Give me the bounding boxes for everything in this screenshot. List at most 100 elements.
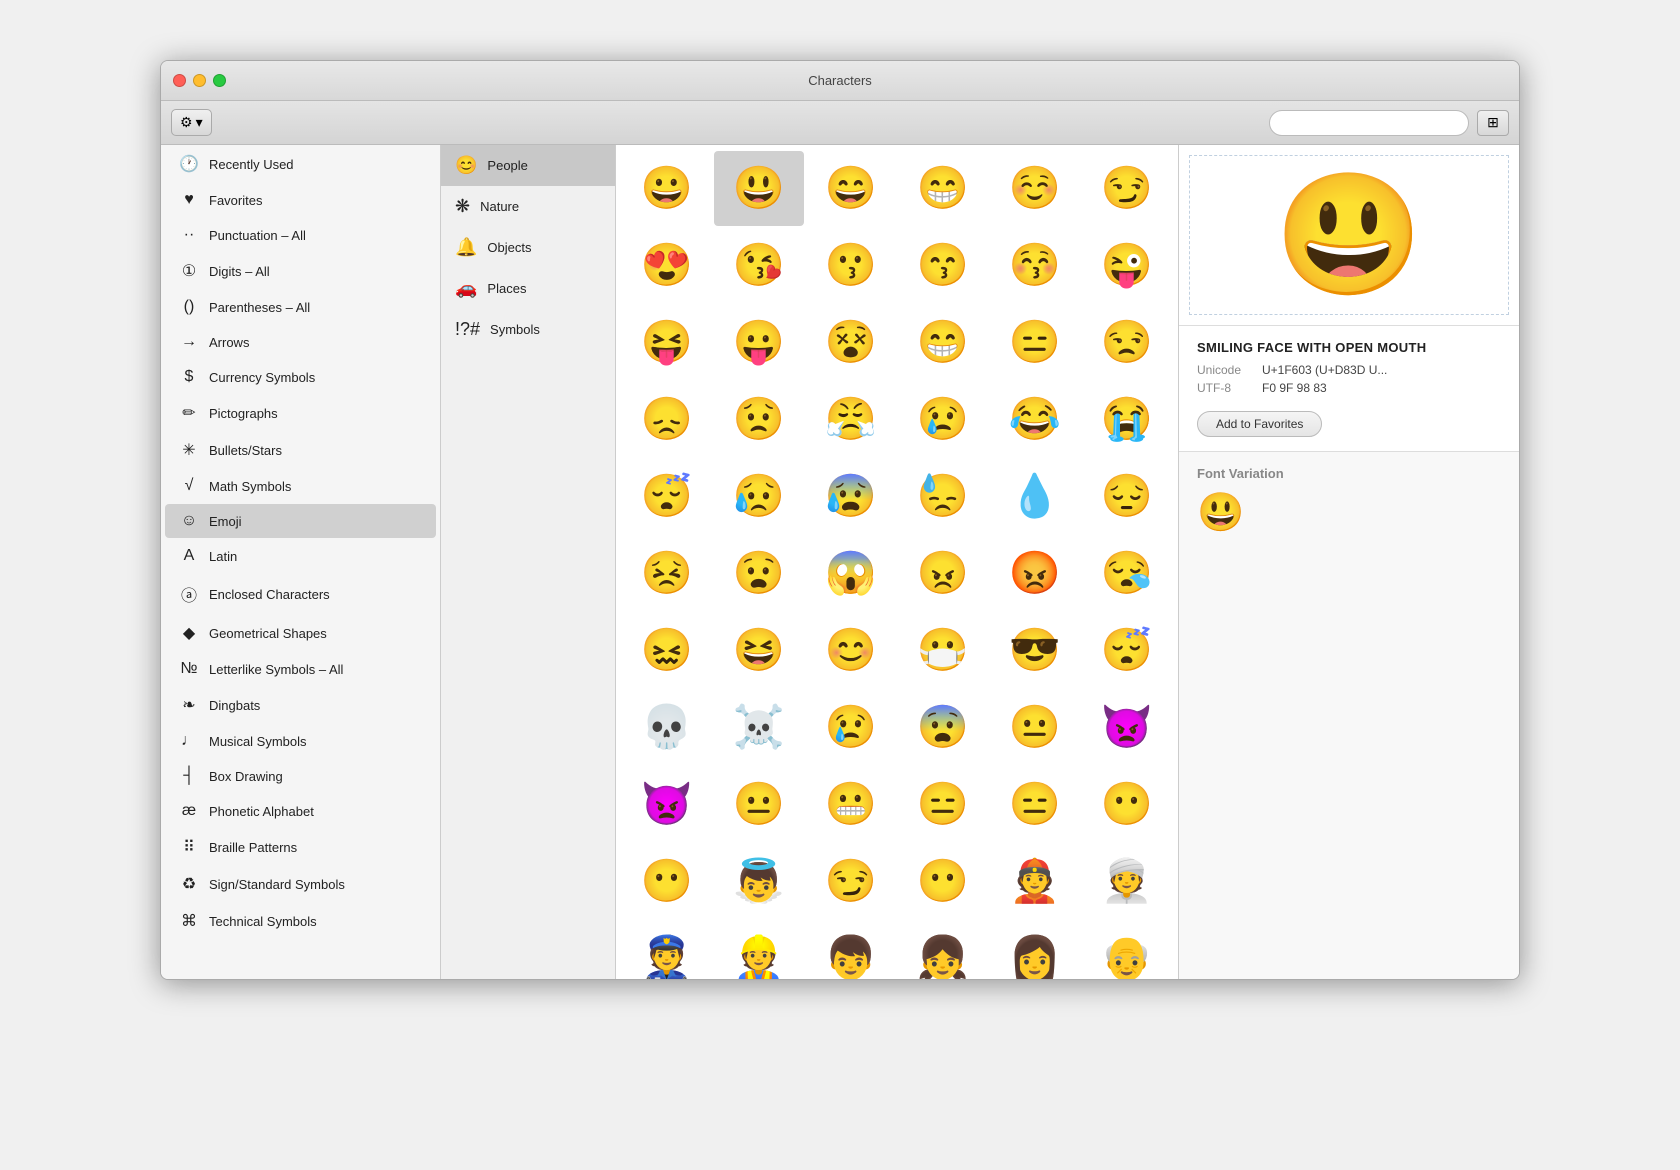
subcategory-item-people[interactable]: 😊 People bbox=[441, 145, 615, 186]
search-input[interactable] bbox=[1269, 110, 1469, 136]
emoji-cell[interactable]: 😃 bbox=[714, 151, 804, 226]
emoji-cell[interactable]: 😊 bbox=[806, 613, 896, 688]
emoji-cell[interactable]: 😗 bbox=[806, 228, 896, 303]
minimize-button[interactable] bbox=[193, 74, 206, 87]
emoji-cell[interactable]: 💀 bbox=[622, 690, 712, 765]
emoji-cell[interactable]: 👳 bbox=[1082, 844, 1172, 919]
add-to-favorites-button[interactable]: Add to Favorites bbox=[1197, 411, 1322, 437]
sidebar-item-recently-used[interactable]: 🕐 Recently Used bbox=[165, 146, 436, 182]
emoji-cell[interactable]: 😡 bbox=[990, 536, 1080, 611]
emoji-cell[interactable]: 😶 bbox=[622, 844, 712, 919]
emoji-cell[interactable]: 😘 bbox=[714, 228, 804, 303]
sidebar-item-punctuation[interactable]: ·· Punctuation – All bbox=[165, 218, 436, 252]
emoji-cell[interactable]: 😣 bbox=[622, 536, 712, 611]
sidebar-item-letterlike[interactable]: № Letterlike Symbols – All bbox=[165, 652, 436, 686]
emoji-cell[interactable]: 😐 bbox=[714, 767, 804, 842]
sidebar-item-pictographs[interactable]: ✏ Pictographs bbox=[165, 395, 436, 431]
emoji-cell[interactable]: 😴 bbox=[622, 459, 712, 534]
emoji-cell[interactable]: 👲 bbox=[990, 844, 1080, 919]
emoji-cell[interactable]: 😑 bbox=[898, 767, 988, 842]
gear-button[interactable]: ⚙ ▾ bbox=[171, 109, 212, 136]
sidebar-item-math[interactable]: √ Math Symbols bbox=[165, 469, 436, 503]
subcategory-item-nature[interactable]: ❋ Nature bbox=[441, 186, 615, 227]
sidebar-item-latin[interactable]: A Latin bbox=[165, 539, 436, 573]
sidebar-item-favorites[interactable]: ♥ Favorites bbox=[165, 183, 436, 217]
sidebar-item-arrows[interactable]: → Arrows bbox=[165, 325, 436, 359]
emoji-cell[interactable]: 😶 bbox=[898, 844, 988, 919]
sidebar-item-box-drawing[interactable]: ┤ Box Drawing bbox=[165, 759, 436, 793]
emoji-cell[interactable]: 👷 bbox=[714, 921, 804, 979]
emoji-cell[interactable]: 👴 bbox=[1082, 921, 1172, 979]
emoji-grid-container[interactable]: 😀😃😄😁☺️😏😍😘😗😙😚😜😝😛😵😁😑😒😞😟😤😢😂😭😴😥😰😓💧😔😣😧😱😠😡😪😖😆😊… bbox=[616, 145, 1179, 979]
emoji-cell[interactable]: 👧 bbox=[898, 921, 988, 979]
emoji-cell[interactable]: 😍 bbox=[622, 228, 712, 303]
emoji-cell[interactable]: 👩 bbox=[990, 921, 1080, 979]
emoji-cell[interactable]: 😶 bbox=[1082, 767, 1172, 842]
emoji-cell[interactable]: 😒 bbox=[1082, 305, 1172, 380]
emoji-cell[interactable]: 😴 bbox=[1082, 613, 1172, 688]
maximize-button[interactable] bbox=[213, 74, 226, 87]
sidebar-item-bullets[interactable]: ✳ Bullets/Stars bbox=[165, 432, 436, 468]
emoji-cell[interactable]: 💧 bbox=[990, 459, 1080, 534]
emoji-cell[interactable]: 😛 bbox=[714, 305, 804, 380]
emoji-cell[interactable]: 😝 bbox=[622, 305, 712, 380]
subcategory-item-symbols[interactable]: !?# Symbols bbox=[441, 309, 615, 350]
emoji-cell[interactable]: 👿 bbox=[1082, 690, 1172, 765]
grid-view-button[interactable]: ⊞ bbox=[1477, 110, 1509, 136]
emoji-cell[interactable]: 😢 bbox=[806, 690, 896, 765]
sidebar-item-enclosed[interactable]: ⓐ Enclosed Characters bbox=[165, 574, 436, 614]
emoji-cell[interactable]: 😄 bbox=[806, 151, 896, 226]
emoji-cell[interactable]: 😜 bbox=[1082, 228, 1172, 303]
subcategory-item-objects[interactable]: 🔔 Objects bbox=[441, 227, 615, 268]
emoji-cell[interactable]: 😵 bbox=[806, 305, 896, 380]
emoji-cell[interactable]: 😎 bbox=[990, 613, 1080, 688]
sidebar-item-parentheses[interactable]: () Parentheses – All bbox=[165, 290, 436, 324]
sidebar-item-dingbats[interactable]: ❧ Dingbats bbox=[165, 687, 436, 723]
emoji-cell[interactable]: 😏 bbox=[806, 844, 896, 919]
emoji-cell[interactable]: 😭 bbox=[1082, 382, 1172, 457]
emoji-cell[interactable]: 👿 bbox=[622, 767, 712, 842]
emoji-cell[interactable]: 👮 bbox=[622, 921, 712, 979]
emoji-cell[interactable]: 😐 bbox=[990, 690, 1080, 765]
emoji-cell[interactable]: 😁 bbox=[898, 305, 988, 380]
emoji-cell[interactable]: 😪 bbox=[1082, 536, 1172, 611]
emoji-cell[interactable]: 😆 bbox=[714, 613, 804, 688]
sidebar-item-phonetic[interactable]: æ Phonetic Alphabet bbox=[165, 794, 436, 828]
emoji-cell[interactable]: 😢 bbox=[898, 382, 988, 457]
sidebar-item-musical[interactable]: ♩ Musical Symbols bbox=[165, 724, 436, 758]
emoji-cell[interactable]: 😂 bbox=[990, 382, 1080, 457]
emoji-cell[interactable]: 😱 bbox=[806, 536, 896, 611]
emoji-cell[interactable]: 😨 bbox=[898, 690, 988, 765]
emoji-cell[interactable]: 😟 bbox=[714, 382, 804, 457]
emoji-cell[interactable]: 😤 bbox=[806, 382, 896, 457]
emoji-cell[interactable]: 😙 bbox=[898, 228, 988, 303]
emoji-cell[interactable]: 😖 bbox=[622, 613, 712, 688]
emoji-cell[interactable]: 😧 bbox=[714, 536, 804, 611]
sidebar-item-sign-standard[interactable]: ♻ Sign/Standard Symbols bbox=[165, 866, 436, 902]
emoji-cell[interactable]: 😚 bbox=[990, 228, 1080, 303]
emoji-cell[interactable]: 😁 bbox=[898, 151, 988, 226]
emoji-cell[interactable]: ☺️ bbox=[990, 151, 1080, 226]
sidebar-item-geometrical[interactable]: ◆ Geometrical Shapes bbox=[165, 615, 436, 651]
emoji-cell[interactable]: 😷 bbox=[898, 613, 988, 688]
emoji-cell[interactable]: 😰 bbox=[806, 459, 896, 534]
sidebar-item-digits[interactable]: ① Digits – All bbox=[165, 253, 436, 289]
emoji-cell[interactable]: 👼 bbox=[714, 844, 804, 919]
subcategory-item-places[interactable]: 🚗 Places bbox=[441, 268, 615, 309]
sidebar-item-braille[interactable]: ⠿ Braille Patterns bbox=[165, 829, 436, 865]
emoji-cell[interactable]: 😑 bbox=[990, 767, 1080, 842]
close-button[interactable] bbox=[173, 74, 186, 87]
emoji-cell[interactable]: 😞 bbox=[622, 382, 712, 457]
emoji-cell[interactable]: 😠 bbox=[898, 536, 988, 611]
emoji-cell[interactable]: 😔 bbox=[1082, 459, 1172, 534]
sidebar-item-technical[interactable]: ⌘ Technical Symbols bbox=[165, 903, 436, 939]
emoji-cell[interactable]: 😑 bbox=[990, 305, 1080, 380]
emoji-cell[interactable]: 😀 bbox=[622, 151, 712, 226]
emoji-cell[interactable]: 👦 bbox=[806, 921, 896, 979]
emoji-cell[interactable]: ☠️ bbox=[714, 690, 804, 765]
sidebar-item-emoji[interactable]: ☺ Emoji bbox=[165, 504, 436, 538]
emoji-cell[interactable]: 😬 bbox=[806, 767, 896, 842]
emoji-cell[interactable]: 😥 bbox=[714, 459, 804, 534]
emoji-cell[interactable]: 😓 bbox=[898, 459, 988, 534]
emoji-cell[interactable]: 😏 bbox=[1082, 151, 1172, 226]
